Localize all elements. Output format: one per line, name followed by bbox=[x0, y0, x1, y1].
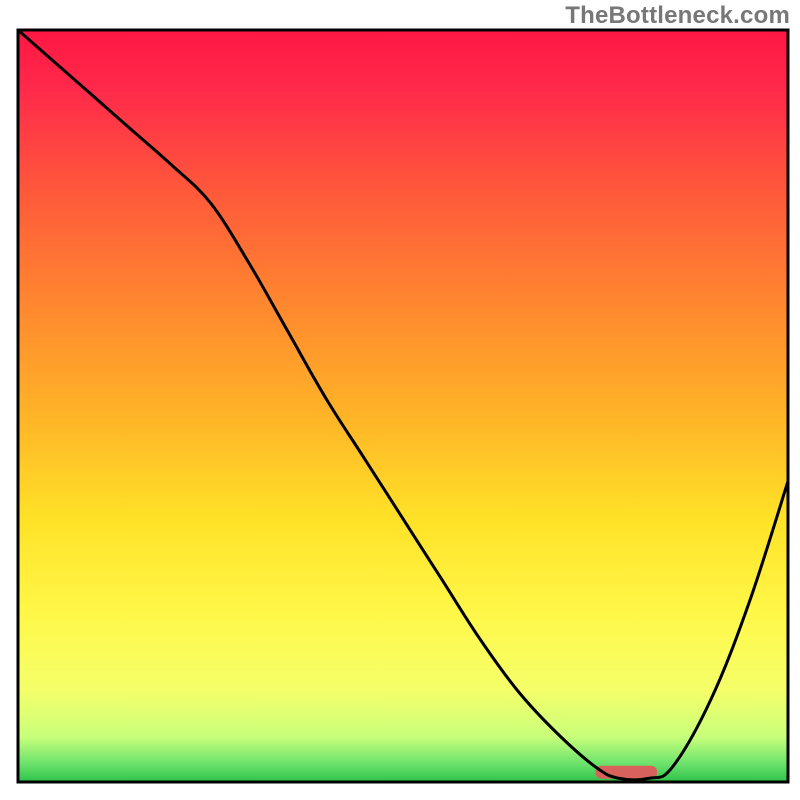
chart-svg bbox=[0, 0, 800, 800]
bottleneck-chart: TheBottleneck.com bbox=[0, 0, 800, 800]
watermark-text: TheBottleneck.com bbox=[565, 2, 790, 30]
plot-area bbox=[18, 30, 788, 782]
gradient-background bbox=[18, 30, 788, 782]
